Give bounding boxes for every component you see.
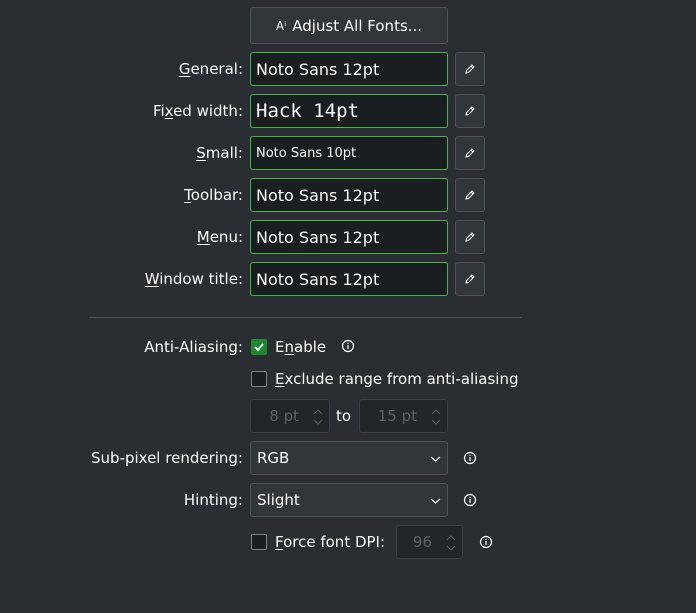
exclude-range-checkbox[interactable] <box>251 371 267 387</box>
pencil-icon <box>465 64 475 74</box>
fixed-width-font-field[interactable]: Hack 14pt <box>250 94 448 128</box>
hinting-label: Hinting: <box>183 491 243 509</box>
anti-aliasing-enable-label[interactable]: Enable <box>275 337 326 357</box>
pencil-icon <box>465 190 475 200</box>
check-icon <box>254 343 264 352</box>
range-from-value: 8 pt <box>269 407 299 425</box>
chevron-down-icon <box>430 456 441 462</box>
font-value: Noto Sans 12pt <box>256 269 380 289</box>
section-divider <box>89 317 522 318</box>
small-font-edit-button[interactable] <box>455 136 485 170</box>
font-value: Noto Sans 10pt <box>256 145 357 161</box>
menu-font-edit-button[interactable] <box>455 220 485 254</box>
spin-arrows-icon[interactable] <box>431 407 441 427</box>
exclude-range-label[interactable]: Exclude range from anti-aliasing <box>275 369 519 389</box>
anti-aliasing-enable-checkbox[interactable] <box>251 339 267 355</box>
subpixel-value: RGB <box>257 449 290 467</box>
pencil-icon <box>465 106 475 116</box>
font-value: Noto Sans 12pt <box>256 59 380 79</box>
font-value: Noto Sans 12pt <box>256 185 380 205</box>
range-to-label: to <box>336 407 352 425</box>
force-dpi-value: 96 <box>412 533 432 551</box>
info-icon[interactable] <box>479 535 493 549</box>
general-font-field[interactable]: Noto Sans 12pt <box>250 52 448 86</box>
range-to-spinbox[interactable]: 15 pt <box>359 399 448 433</box>
hinting-value: Slight <box>257 491 300 509</box>
force-dpi-spinbox[interactable]: 96 <box>396 525 463 559</box>
chevron-down-icon <box>430 498 441 504</box>
font-value: Hack 14pt <box>256 100 359 122</box>
menu-font-label: Menu: <box>196 228 243 246</box>
range-from-spinbox[interactable]: 8 pt <box>250 399 330 433</box>
adjust-all-fonts-label: Adjust All Fonts... <box>292 16 423 35</box>
subpixel-label: Sub-pixel rendering: <box>91 449 243 467</box>
fixed-width-font-edit-button[interactable] <box>455 94 485 128</box>
range-to-value: 15 pt <box>377 407 417 425</box>
font-size-icon: Aⁱ <box>275 18 287 33</box>
spin-arrows-icon[interactable] <box>313 407 323 427</box>
toolbar-font-field[interactable]: Noto Sans 12pt <box>250 178 448 212</box>
window-title-font-field[interactable]: Noto Sans 12pt <box>250 262 448 296</box>
general-font-label: General: <box>178 60 243 78</box>
force-dpi-checkbox[interactable] <box>251 534 267 550</box>
toolbar-font-edit-button[interactable] <box>455 178 485 212</box>
hinting-combo[interactable]: Slight <box>250 483 448 517</box>
adjust-all-fonts-button[interactable]: Aⁱ Adjust All Fonts... <box>250 7 448 44</box>
fixed-width-font-label: Fixed width: <box>152 102 243 120</box>
window-title-font-edit-button[interactable] <box>455 262 485 296</box>
pencil-icon <box>465 274 475 284</box>
info-icon[interactable] <box>341 339 355 353</box>
info-icon[interactable] <box>463 451 477 465</box>
font-value: Noto Sans 12pt <box>256 227 380 247</box>
general-font-edit-button[interactable] <box>455 52 485 86</box>
small-font-field[interactable]: Noto Sans 10pt <box>250 136 448 170</box>
window-title-font-label: Window title: <box>144 270 243 288</box>
anti-aliasing-label: Anti-Aliasing: <box>144 338 243 356</box>
force-dpi-label[interactable]: Force font DPI: <box>275 532 385 552</box>
small-font-label: Small: <box>196 144 243 162</box>
info-icon[interactable] <box>463 493 477 507</box>
pencil-icon <box>465 148 475 158</box>
pencil-icon <box>465 232 475 242</box>
toolbar-font-label: Toolbar: <box>184 186 243 204</box>
subpixel-combo[interactable]: RGB <box>250 441 448 475</box>
menu-font-field[interactable]: Noto Sans 12pt <box>250 220 448 254</box>
spin-arrows-icon[interactable] <box>446 533 456 553</box>
